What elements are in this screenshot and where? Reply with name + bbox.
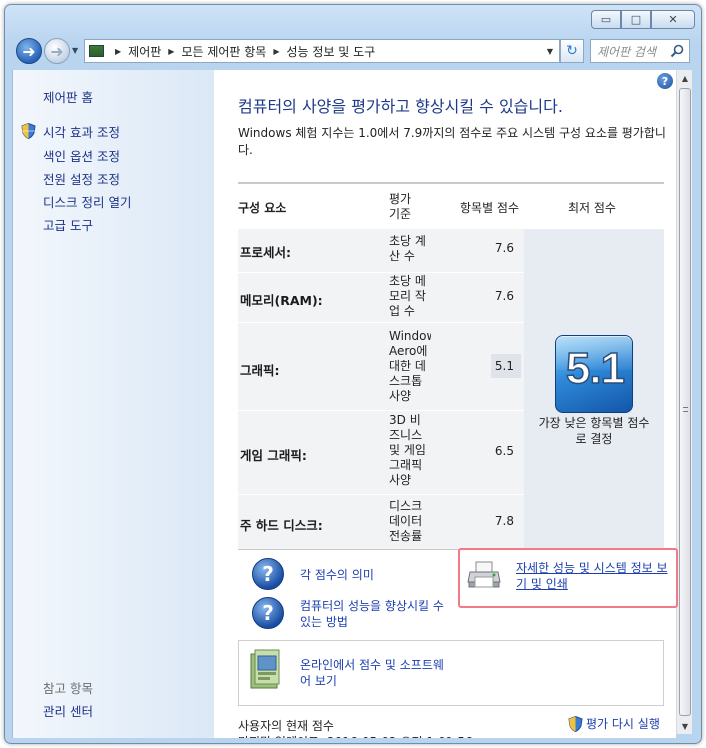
search-input[interactable]: 제어판 검색 <box>590 39 690 63</box>
address-bar[interactable]: ▶ 제어판 ▶ 모든 제어판 항목 ▶ 성능 정보 및 도구 ▼ <box>84 39 560 63</box>
breadcrumb-separator[interactable]: ▶ <box>273 47 279 56</box>
basis-hard-disk: 디스크 데이터 전송률 <box>389 499 423 543</box>
score-gaming-graphics: 6.5 <box>494 444 514 458</box>
basis-graphics: Windows Aero에 대한 데스크톱 사양 <box>389 329 431 403</box>
action-center-link[interactable]: 관리 센터 <box>43 701 93 720</box>
scroll-grip <box>683 407 688 412</box>
software-box-icon[interactable] <box>247 648 283 692</box>
advanced-tools-link[interactable]: 고급 도구 <box>43 215 93 234</box>
page-title: 컴퓨터의 사양을 평가하고 향상시킬 수 있습니다. <box>238 97 563 116</box>
score-memory: 7.6 <box>494 289 514 303</box>
scroll-down-icon[interactable]: ▼ <box>677 718 693 734</box>
row-divider <box>238 322 524 323</box>
row-divider <box>238 410 524 411</box>
recent-pages-chevron-icon[interactable]: ▼ <box>72 46 78 55</box>
shield-icon <box>568 715 583 732</box>
window-bottom-edge <box>12 738 692 740</box>
question-icon[interactable]: ? <box>252 597 284 629</box>
header-base-score: 최저 점수 <box>568 201 616 215</box>
score-meaning-link[interactable]: 각 점수의 의미 <box>300 567 374 583</box>
printer-icon[interactable] <box>467 560 501 590</box>
power-settings-link[interactable]: 전원 설정 조정 <box>43 169 120 188</box>
back-arrow-icon[interactable]: ➜ <box>16 38 42 64</box>
score-hard-disk: 7.8 <box>494 514 514 528</box>
rerun-label: 평가 다시 실행 <box>586 717 660 731</box>
component-gaming-graphics: 게임 그래픽: <box>240 448 307 463</box>
base-score-badge: 5.1 <box>555 335 633 413</box>
close-button[interactable]: ✕ <box>651 10 695 29</box>
scroll-up-icon[interactable]: ▲ <box>677 70 693 86</box>
control-panel-home-link[interactable]: 제어판 홈 <box>43 87 93 106</box>
indexing-options-link[interactable]: 색인 옵션 조정 <box>43 146 120 165</box>
vertical-scrollbar[interactable]: ▲ ▼ <box>676 70 692 734</box>
header-basis: 평가 기준 <box>389 192 412 221</box>
search-icon[interactable] <box>670 44 684 58</box>
breadcrumb-separator[interactable]: ▶ <box>168 47 174 56</box>
score-graphics: 5.1 <box>491 354 521 378</box>
navigation-bar: ➜ ➜ ▼ ▶ 제어판 ▶ 모든 제어판 항목 ▶ 성능 정보 및 도구 ▼ ↻… <box>12 34 692 68</box>
help-icon[interactable]: ? <box>657 73 673 89</box>
breadcrumb-separator[interactable]: ▶ <box>115 47 121 56</box>
component-processor: 프로세서: <box>240 245 291 260</box>
address-dropdown-icon[interactable]: ▼ <box>547 47 553 56</box>
row-divider <box>238 494 524 495</box>
component-memory: 메모리(RAM): <box>240 293 323 308</box>
basis-gaming-graphics: 3D 비즈니스 및 게임 그래픽 사양 <box>389 413 426 487</box>
basis-processor: 초당 계산 수 <box>389 234 426 263</box>
current-score-label: 사용자의 현재 점수 <box>238 719 334 733</box>
control-panel-icon <box>89 45 104 57</box>
refresh-icon[interactable]: ↻ <box>560 39 584 63</box>
minimize-button[interactable]: ▭ <box>591 10 621 29</box>
component-hard-disk: 주 하드 디스크: <box>240 518 323 533</box>
component-graphics: 그래픽: <box>240 363 280 378</box>
basis-memory: 초당 메모리 작업 수 <box>389 274 426 318</box>
search-placeholder: 제어판 검색 <box>597 44 657 59</box>
header-component: 구성 요소 <box>238 201 287 215</box>
disk-cleanup-link[interactable]: 디스크 정리 열기 <box>43 192 131 211</box>
base-score-caption: 가장 낮은 항목별 점수로 결정 <box>538 416 650 446</box>
page-description: Windows 체험 지수는 1.0에서 7.9까지의 점수로 주요 시스템 구… <box>238 126 666 157</box>
rerun-assessment-link[interactable]: 평가 다시 실행 <box>568 715 660 732</box>
score-processor: 7.6 <box>494 241 514 255</box>
header-subscore: 항목별 점수 <box>460 201 520 215</box>
online-scores-link[interactable]: 온라인에서 점수 및 소프트웨어 보기 <box>300 657 450 689</box>
shield-icon <box>21 123 36 139</box>
forward-arrow-icon[interactable]: ➜ <box>44 38 70 64</box>
table-top-divider <box>238 182 664 184</box>
scroll-thumb[interactable] <box>679 88 691 716</box>
improve-performance-link[interactable]: 컴퓨터의 성능을 향상시킬 수 있는 방법 <box>300 598 450 630</box>
print-details-link[interactable]: 자세한 성능 및 시스템 정보 보기 및 인쇄 <box>516 560 668 592</box>
row-divider <box>238 272 524 273</box>
visual-effects-link[interactable]: 시각 효과 조정 <box>43 122 120 141</box>
see-also-heading: 참고 항목 <box>43 681 93 696</box>
base-score-value: 5.1 <box>565 343 626 394</box>
task-pane: 제어판 홈 시각 효과 조정 색인 옵션 조정 전원 설정 조정 디스크 정리 … <box>12 70 214 738</box>
breadcrumb-control-panel[interactable]: 제어판 <box>128 43 161 60</box>
question-icon[interactable]: ? <box>252 558 284 590</box>
subscore-table <box>238 229 524 549</box>
maximize-button[interactable]: □ <box>621 10 651 29</box>
breadcrumb-performance[interactable]: 성능 정보 및 도구 <box>287 43 376 60</box>
breadcrumb-all-items[interactable]: 모든 제어판 항목 <box>181 43 266 60</box>
window-controls: ▭ □ ✕ <box>591 10 695 29</box>
